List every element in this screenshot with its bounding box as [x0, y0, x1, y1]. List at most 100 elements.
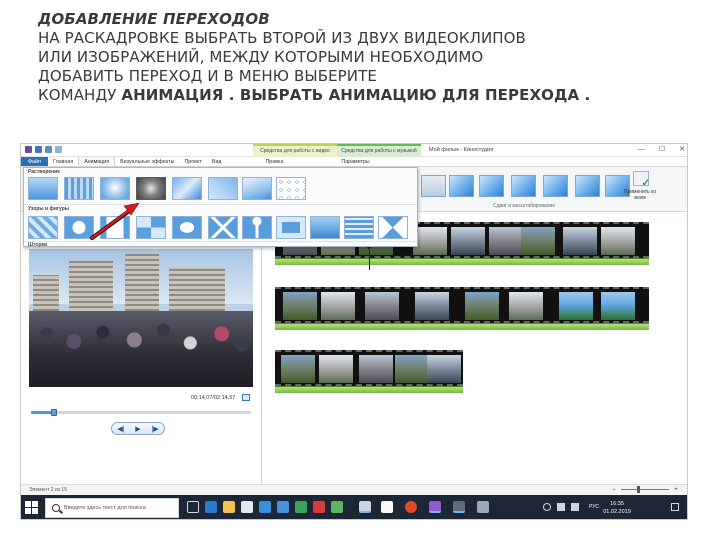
transition-thumbnail[interactable] — [276, 216, 306, 239]
audio-track[interactable] — [275, 386, 463, 393]
tab-options[interactable]: Параметры — [336, 157, 374, 166]
transition-thumbnail[interactable] — [208, 216, 238, 239]
pan-zoom-option[interactable] — [511, 175, 536, 197]
maximize-button[interactable]: ☐ — [659, 144, 665, 156]
app-icon[interactable] — [477, 501, 489, 513]
opera-icon[interactable] — [313, 501, 325, 513]
transition-thumbnail-selected[interactable] — [136, 177, 166, 200]
transition-thumbnail[interactable] — [100, 216, 130, 239]
storyboard-row-3 — [275, 350, 463, 394]
apply-all-icon — [633, 171, 650, 189]
network-icon[interactable] — [557, 503, 565, 511]
seek-bar-handle[interactable] — [51, 409, 57, 416]
task-view-icon[interactable] — [187, 501, 199, 513]
taskbar-clock[interactable]: 16:35 01.02.2019 — [601, 500, 633, 516]
taskbar-search-box[interactable]: Введите здесь текст для поиска — [45, 498, 179, 518]
paint-icon[interactable] — [381, 501, 393, 513]
transition-thumbnail[interactable] — [310, 216, 340, 239]
clip-filmstrip[interactable] — [275, 287, 649, 323]
volume-icon[interactable] — [571, 503, 579, 511]
zoom-out-button[interactable]: − — [611, 487, 617, 493]
pan-zoom-option[interactable] — [575, 175, 600, 197]
transition-thumbnail[interactable] — [136, 216, 166, 239]
previous-frame-button[interactable]: ◀| — [117, 425, 124, 433]
transition-thumbnail[interactable] — [172, 216, 202, 239]
transition-thumbnail[interactable] — [276, 177, 306, 200]
people-icon[interactable] — [543, 503, 551, 511]
search-icon — [52, 504, 60, 512]
tab-edit[interactable]: Правка — [261, 157, 289, 166]
transition-thumbnail[interactable] — [28, 177, 58, 200]
clip-frame — [395, 355, 429, 383]
gallery-divider — [24, 204, 417, 205]
language-indicator[interactable]: РУС — [589, 504, 599, 510]
context-tab-music-tools[interactable]: Средства для работы с музыкой — [337, 144, 421, 157]
notifications-icon[interactable] — [671, 503, 679, 511]
transition-thumbnail[interactable] — [28, 216, 58, 239]
clip-filmstrip[interactable] — [275, 350, 463, 386]
play-button[interactable]: ▶ — [135, 425, 140, 433]
clip-frame — [427, 355, 461, 383]
zoom-control: − + — [593, 485, 683, 495]
close-button[interactable]: ✕ — [679, 144, 685, 156]
pan-zoom-option[interactable] — [543, 175, 568, 197]
tab-animation[interactable]: Анимация — [78, 157, 116, 166]
zoom-slider-track[interactable] — [621, 489, 669, 490]
mail-icon[interactable] — [259, 501, 271, 513]
zoom-in-button[interactable]: + — [673, 487, 679, 493]
clip-frame — [465, 292, 499, 320]
movie-maker-taskbar-icon[interactable] — [429, 501, 441, 513]
next-frame-button[interactable]: |▶ — [151, 425, 158, 433]
window-title: Мой фильм - Киностудия — [429, 147, 494, 153]
pane-splitter[interactable] — [261, 212, 262, 492]
slide: ДОБАВЛЕНИЕ ПЕРЕХОДОВ НА РАСКАДРОВКЕ ВЫБР… — [0, 0, 720, 540]
tab-view[interactable]: Вид — [207, 157, 227, 166]
transition-thumbnail[interactable] — [378, 216, 408, 239]
spreadsheet-icon[interactable] — [331, 501, 343, 513]
word-icon[interactable] — [277, 501, 289, 513]
save-icon[interactable] — [35, 146, 42, 153]
transition-thumbnail[interactable] — [208, 177, 238, 200]
pan-zoom-option-none[interactable] — [421, 175, 446, 197]
instruction-line-2: НА РАСКАДРОВКЕ ВЫБРАТЬ ВТОРОЙ ИЗ ДВУХ ВИ… — [38, 29, 526, 47]
preview-building — [125, 253, 159, 319]
undo-icon[interactable] — [45, 146, 52, 153]
title-bar: Средства для работы с видео Средства для… — [21, 144, 687, 157]
file-explorer-icon[interactable] — [223, 501, 235, 513]
windows-start-icon[interactable] — [25, 501, 39, 515]
preview-timecode: 00:14,07/02:14,57 — [191, 395, 236, 401]
zoom-slider-handle[interactable] — [637, 486, 640, 493]
playhead-marker[interactable] — [366, 246, 372, 270]
transition-thumbnail[interactable] — [242, 177, 272, 200]
minimize-button[interactable]: — — [638, 144, 645, 156]
transition-thumbnail[interactable] — [344, 216, 374, 239]
opera-app-icon[interactable] — [405, 501, 417, 513]
edge-browser-icon[interactable] — [205, 501, 217, 513]
status-bar: Элемент 2 из 15 − + — [21, 484, 687, 495]
seek-bar[interactable] — [31, 409, 251, 416]
tab-project[interactable]: Проект — [179, 157, 206, 166]
transition-thumbnail[interactable] — [64, 177, 94, 200]
store-icon[interactable] — [241, 501, 253, 513]
playback-controls: ◀| ▶ |▶ — [111, 422, 165, 435]
transition-thumbnail[interactable] — [100, 177, 130, 200]
pan-zoom-option[interactable] — [449, 175, 474, 197]
chrome-icon[interactable] — [295, 501, 307, 513]
transition-thumbnail[interactable] — [64, 216, 94, 239]
transition-thumbnail[interactable] — [242, 216, 272, 239]
video-preview[interactable] — [29, 249, 253, 387]
slide-heading: ДОБАВЛЕНИЕ ПЕРЕХОДОВ НА РАСКАДРОВКЕ ВЫБР… — [38, 10, 708, 105]
powerpoint-icon[interactable] — [359, 501, 371, 513]
tab-home[interactable]: Главная — [48, 157, 78, 166]
redo-icon[interactable] — [55, 146, 62, 153]
tab-visual-effects[interactable]: Визуальные эффекты — [115, 157, 179, 166]
pan-zoom-option[interactable] — [479, 175, 504, 197]
apply-to-all-button[interactable]: Применить ко всем — [623, 170, 657, 206]
tab-file[interactable]: Файл — [21, 157, 49, 166]
transition-thumbnail[interactable] — [172, 177, 202, 200]
photos-icon[interactable] — [453, 501, 465, 513]
fullscreen-icon[interactable] — [242, 394, 250, 401]
audio-track[interactable] — [275, 258, 649, 265]
audio-track[interactable] — [275, 323, 649, 330]
context-tab-video-tools[interactable]: Средства для работы с видео — [253, 144, 337, 157]
